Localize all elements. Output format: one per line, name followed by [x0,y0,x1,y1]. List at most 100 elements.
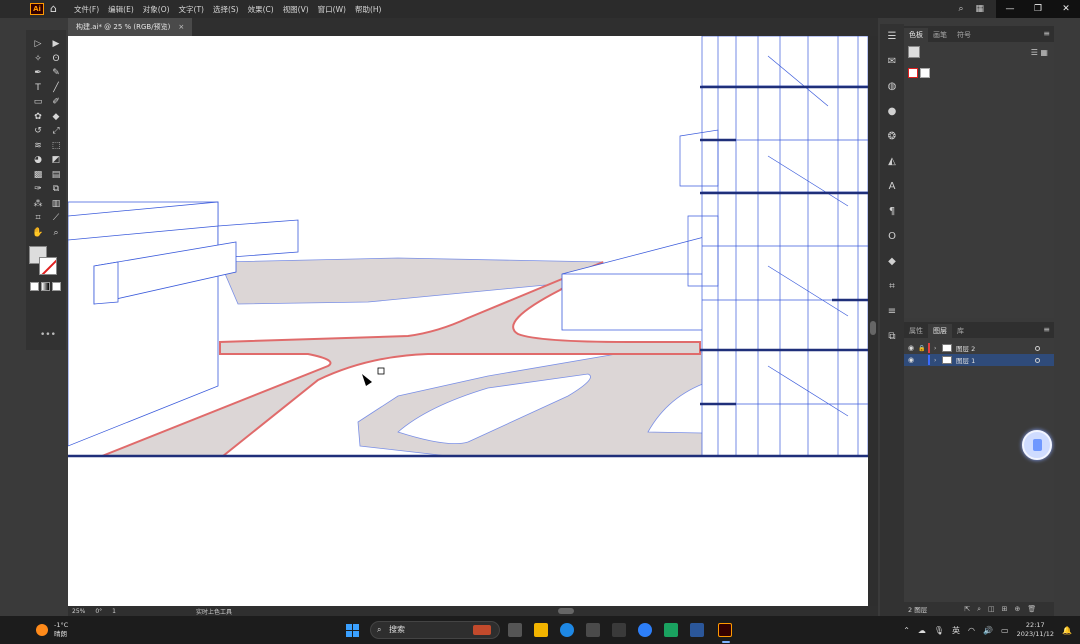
panel-options-icon[interactable]: ≡ [1043,29,1050,38]
arrange-documents-icon[interactable]: ▦ [975,4,984,14]
volume-icon[interactable]: 🔊 [983,626,993,635]
eyedropper-tool-icon[interactable]: ✑ [31,183,45,197]
taskbar-search[interactable]: ⌕ 搜索 [370,621,500,639]
graphic-styles-icon[interactable]: ◆ [880,249,904,274]
start-button[interactable] [346,624,359,637]
menu-view[interactable]: 视图(V) [283,4,309,15]
word-icon[interactable] [690,623,704,637]
rectangle-tool-icon[interactable]: ▭ [31,96,45,110]
task-view-icon[interactable] [508,623,522,637]
shaper-tool-icon[interactable]: ✿ [31,111,45,125]
eraser-tool-icon[interactable]: ◆ [49,111,63,125]
locate-object-icon[interactable]: ⌕ [977,605,981,614]
lock-icon[interactable]: 🔒 [918,345,928,352]
show-hidden-icons-icon[interactable]: ⌃ [903,626,910,635]
blend-tool-icon[interactable]: ⧉ [49,183,63,197]
rotation-value[interactable]: 0° [95,608,102,615]
edge-browser-icon[interactable] [560,623,574,637]
layer-row-1[interactable]: ◉ › 图层 1 [904,354,1054,366]
tab-symbols[interactable]: 符号 [952,28,976,42]
delete-layer-icon[interactable]: 🗑 [1027,605,1036,613]
direct-selection-tool-icon[interactable]: ▶ [49,38,63,52]
visibility-eye-icon[interactable]: ◉ [908,356,918,364]
curvature-tool-icon[interactable]: ✎ [49,67,63,81]
shape-builder-tool-icon[interactable]: ◕ [31,154,45,168]
input-method[interactable]: 英 [952,625,960,636]
panel-menu-icon[interactable]: ☰ [880,24,904,49]
character-icon[interactable]: A [880,174,904,199]
browser-icon[interactable] [638,623,652,637]
paintbrush-tool-icon[interactable]: ✐ [49,96,63,110]
artboard-tool-icon[interactable]: ⌗ [31,212,45,226]
weather-icon[interactable] [36,624,48,636]
color-mode-button[interactable] [30,282,39,291]
appearance-icon[interactable]: ❂ [880,124,904,149]
comments-icon[interactable]: ✉ [880,49,904,74]
clipping-mask-icon[interactable]: ◫ [988,605,995,613]
layer-name[interactable]: 图层 1 [956,355,975,365]
new-sublayer-icon[interactable]: ⊞ [1002,605,1008,613]
slice-tool-icon[interactable]: ⟋ [49,212,63,226]
export-icon[interactable]: ⇱ [964,605,970,613]
layer-target-icon[interactable] [1035,357,1040,363]
perspective-grid-tool-icon[interactable]: ▩ [31,169,45,183]
color-icon[interactable]: ● [880,99,904,124]
illustrator-taskbar-icon[interactable] [718,623,732,643]
menu-edit[interactable]: 编辑(E) [108,4,134,15]
wifi-icon[interactable]: ◠ [968,626,975,635]
transparency-icon[interactable]: ◭ [880,149,904,174]
pen-tool-icon[interactable]: ✒ [31,67,45,81]
home-icon[interactable]: ⌂ [50,3,62,15]
more-tools-icon[interactable]: ••• [40,330,56,340]
notifications-bell-icon[interactable]: 🔔 [1062,626,1072,635]
rotate-tool-icon[interactable]: ↺ [31,125,45,139]
tab-properties[interactable]: 属性 [904,324,928,338]
pathfinder-icon[interactable]: ⧉ [880,324,904,349]
menu-file[interactable]: 文件(F) [74,4,99,15]
restore-button[interactable]: ❐ [1024,0,1052,18]
layer-row-2[interactable]: ◉ 🔒 › 图层 2 [904,342,1054,354]
document-tab[interactable]: 构建.ai* @ 25 % (RGB/预览) × [68,18,193,36]
minimize-button[interactable]: — [996,0,1024,18]
menu-help[interactable]: 帮助(H) [355,4,382,15]
microphone-icon[interactable]: 🎙 [934,626,944,635]
tab-layers[interactable]: 图层 [928,324,952,338]
battery-icon[interactable]: ▭ [1001,626,1009,635]
horizontal-scrollbar[interactable] [558,608,574,614]
layers-options-icon[interactable]: ≡ [1043,325,1050,334]
selection-tool-icon[interactable]: ▷ [31,38,45,52]
warp-tool-icon[interactable]: ≋ [31,140,45,154]
messaging-icon[interactable] [664,623,678,637]
opentype-icon[interactable]: O [880,224,904,249]
layer-target-icon[interactable] [1035,345,1040,351]
paragraph-icon[interactable]: ¶ [880,199,904,224]
magic-wand-tool-icon[interactable]: ✧ [31,53,45,67]
new-layer-icon[interactable]: ⊕ [1015,605,1021,613]
zoom-level[interactable]: 25% [72,608,85,615]
layer-name[interactable]: 图层 2 [956,343,975,353]
align-icon[interactable]: ≡ [880,299,904,324]
weather-widget[interactable]: -1°C 晴朗 [54,621,68,639]
menu-effect[interactable]: 效果(C) [248,4,274,15]
swatch-registration[interactable] [920,68,930,78]
none-mode-button[interactable] [52,282,61,291]
menu-type[interactable]: 文字(T) [179,4,204,15]
type-tool-icon[interactable]: T [31,82,45,96]
visibility-eye-icon[interactable]: ◉ [908,344,918,352]
artboard-canvas[interactable] [68,36,878,606]
floating-assistant-button[interactable] [1022,430,1052,460]
close-window-button[interactable]: ✕ [1052,0,1080,18]
zoom-tool-icon[interactable]: ⌕ [49,227,63,241]
menu-object[interactable]: 对象(O) [143,4,170,15]
scale-tool-icon[interactable]: ⤢ [49,125,63,139]
swatch-none[interactable] [908,68,918,78]
list-view-icon[interactable]: ☰ ▦ [1031,48,1048,57]
cloud-icon[interactable]: ☁ [918,626,926,635]
close-tab-icon[interactable]: × [178,18,184,36]
expand-arrow-icon[interactable]: › [934,345,942,352]
gradient-mode-button[interactable] [41,282,50,291]
lasso-tool-icon[interactable]: ʘ [49,53,63,67]
gradient-tool-icon[interactable]: ▤ [49,169,63,183]
hand-tool-icon[interactable]: ✋ [31,227,45,241]
stroke-color-swatch[interactable] [39,257,57,275]
